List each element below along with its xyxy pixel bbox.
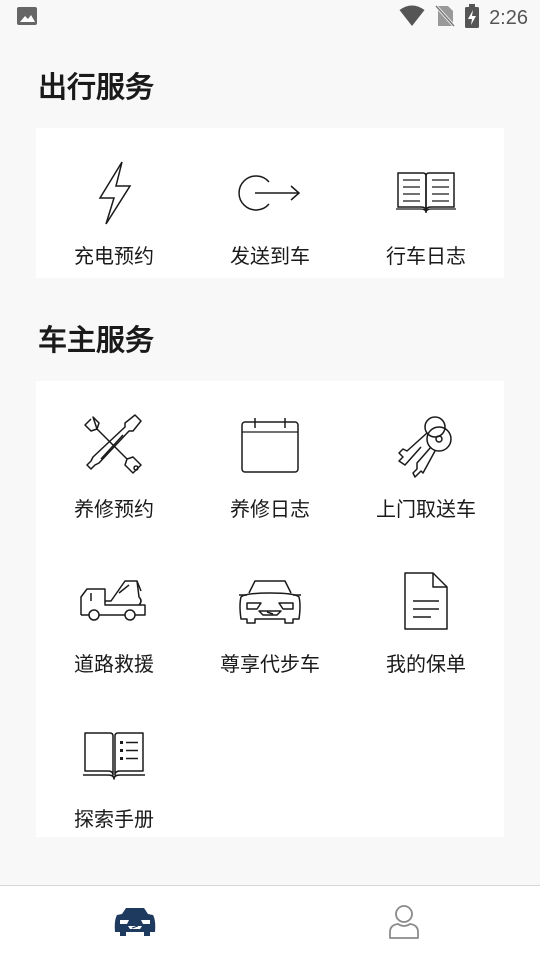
status-icons: 2:26 bbox=[399, 4, 528, 32]
section-title-owner: 车主服务 bbox=[38, 323, 155, 357]
tow-truck-icon bbox=[77, 564, 151, 638]
profile-tab-icon bbox=[388, 904, 420, 944]
tile-label: 发送到车 bbox=[230, 244, 310, 268]
tile-label: 我的保单 bbox=[386, 652, 466, 676]
manual-book-icon bbox=[77, 719, 151, 793]
tile-charging-reservation[interactable]: 充电预约 bbox=[36, 156, 192, 269]
nav-tab-car[interactable] bbox=[111, 904, 159, 944]
nav-tab-profile[interactable] bbox=[380, 904, 428, 944]
tile-replacement-car[interactable]: 尊享代步车 bbox=[192, 564, 348, 677]
tile-my-policy[interactable]: 我的保单 bbox=[348, 564, 504, 677]
car-keys-icon bbox=[389, 409, 463, 483]
tile-label: 尊享代步车 bbox=[220, 652, 320, 676]
bottom-nav bbox=[0, 885, 540, 961]
tile-label: 道路救援 bbox=[74, 652, 154, 676]
tile-label: 养修预约 bbox=[74, 497, 154, 521]
battery-charging-icon bbox=[465, 4, 480, 32]
no-sim-icon bbox=[434, 4, 456, 31]
section-title-travel: 出行服务 bbox=[38, 70, 155, 104]
status-time: 2:26 bbox=[489, 6, 528, 29]
tile-driving-log[interactable]: 行车日志 bbox=[348, 156, 504, 269]
tile-label: 上门取送车 bbox=[376, 497, 476, 521]
tile-maintenance-reservation[interactable]: 养修预约 bbox=[36, 409, 192, 522]
image-icon bbox=[16, 6, 38, 30]
open-book-icon bbox=[389, 156, 463, 230]
tile-send-to-car[interactable]: 发送到车 bbox=[192, 156, 348, 269]
tile-label: 探索手册 bbox=[74, 807, 154, 831]
tile-label: 行车日志 bbox=[386, 244, 466, 268]
tile-label: 养修日志 bbox=[230, 497, 310, 521]
tile-pickup-delivery[interactable]: 上门取送车 bbox=[348, 409, 504, 522]
lightning-icon bbox=[77, 156, 151, 230]
wifi-icon bbox=[399, 5, 425, 31]
tile-road-rescue[interactable]: 道路救援 bbox=[36, 564, 192, 677]
calendar-icon bbox=[233, 409, 307, 483]
tile-explore-manual[interactable]: 探索手册 bbox=[36, 719, 192, 832]
tile-maintenance-log[interactable]: 养修日志 bbox=[192, 409, 348, 522]
travel-services-card: 充电预约 发送到车 行车日志 bbox=[36, 128, 504, 278]
status-bar: 2:26 bbox=[0, 0, 540, 36]
tools-icon bbox=[77, 409, 151, 483]
car-front-icon bbox=[233, 564, 307, 638]
car-tab-icon bbox=[113, 906, 157, 942]
tile-label: 充电预约 bbox=[74, 244, 154, 268]
document-icon bbox=[389, 564, 463, 638]
owner-services-card: 养修预约 养修日志 上门取送车 道路救援 尊享代步车 我的保单 探索手册 bbox=[36, 381, 504, 837]
send-to-car-icon bbox=[233, 156, 307, 230]
